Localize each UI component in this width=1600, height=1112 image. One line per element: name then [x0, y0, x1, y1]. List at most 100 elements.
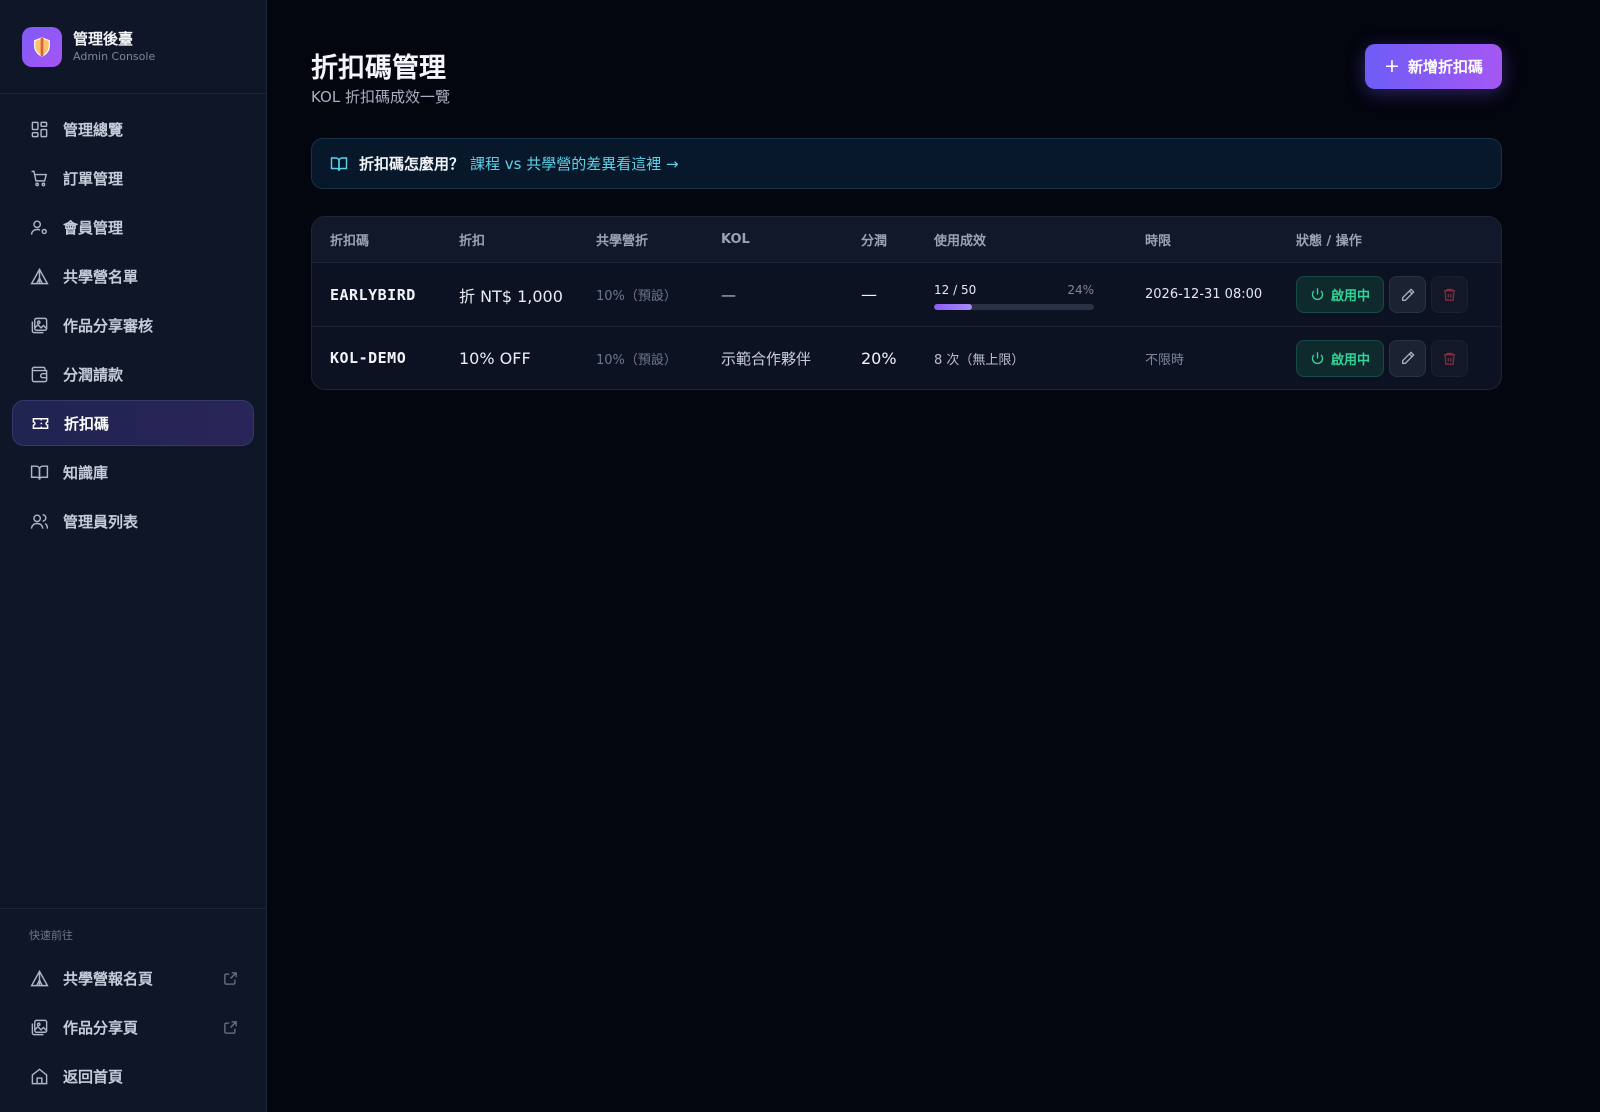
banner-link[interactable]: 課程 vs 共學營的差異看這裡 →	[470, 153, 679, 174]
column-header: 共學營折	[596, 234, 649, 249]
sidebar-item-payouts[interactable]: 分潤請款	[12, 351, 254, 397]
column-header: 時限	[1145, 234, 1172, 249]
quick-item-label: 作品分享頁	[63, 1018, 139, 1037]
delete-button[interactable]	[1431, 276, 1468, 313]
dashboard-icon	[29, 119, 49, 139]
external-link-icon	[222, 1019, 238, 1035]
revenue-share: 20%	[861, 348, 897, 368]
status-toggle-button[interactable]: 啟用中	[1296, 339, 1384, 377]
external-link-icon	[222, 970, 238, 986]
tent-icon	[29, 968, 49, 988]
book-icon	[29, 462, 49, 482]
column-header: 分潤	[861, 234, 888, 249]
ticket-icon	[30, 413, 50, 433]
sidebar-item-dashboard[interactable]: 管理總覽	[12, 106, 254, 152]
sidebar-item-label: 訂單管理	[63, 169, 124, 188]
quick-links: 快速前往 共學營報名頁 作品分享頁 返回首頁	[0, 908, 266, 1102]
table-row: KOL-DEMO 10% OFF 10%（預設） 示範合作夥伴 20% 8 次（…	[312, 326, 1501, 389]
table-header: 折扣碼 折扣 共學營折 KOL 分潤 使用成效 時限 狀態 / 操作	[312, 217, 1501, 263]
sidebar-item-camp-list[interactable]: 共學營名單	[12, 253, 254, 299]
tent-icon	[29, 266, 49, 286]
sidebar-item-label: 知識庫	[63, 463, 109, 482]
status-toggle-button[interactable]: 啟用中	[1296, 276, 1384, 313]
delete-button[interactable]	[1431, 339, 1468, 377]
add-discount-code-button[interactable]: + 新增折扣碼	[1365, 44, 1502, 89]
sidebar-item-label: 作品分享審核	[63, 316, 154, 335]
column-header: KOL	[721, 232, 750, 247]
pencil-icon	[1400, 287, 1416, 303]
trash-icon	[1442, 351, 1457, 366]
column-header: 使用成效	[934, 234, 987, 249]
sidebar-item-label: 折扣碼	[64, 414, 110, 433]
row-actions: 啟用中	[1296, 339, 1468, 377]
deadline: 2026-12-31 08:00	[1145, 287, 1263, 302]
book-icon	[330, 155, 348, 173]
sidebar-item-knowledge-base[interactable]: 知識庫	[12, 449, 254, 495]
sidebar-item-admins[interactable]: 管理員列表	[12, 498, 254, 544]
sidebar-item-label: 共學營名單	[63, 267, 139, 286]
sidebar-item-members[interactable]: 會員管理	[12, 204, 254, 250]
user-settings-icon	[29, 217, 49, 237]
users-icon	[29, 511, 49, 531]
camp-discount: 10%（預設）	[596, 352, 677, 368]
banner-question: 折扣碼怎麼用？	[359, 155, 465, 173]
quick-item-works-share[interactable]: 作品分享頁	[12, 1004, 254, 1050]
sidebar-item-label: 管理總覽	[63, 120, 124, 139]
kol-name: 示範合作夥伴	[721, 349, 812, 368]
sidebar-item-orders[interactable]: 訂單管理	[12, 155, 254, 201]
info-banner: 折扣碼怎麼用？ 課程 vs 共學營的差異看這裡 →	[311, 138, 1502, 189]
sidebar-item-works-review[interactable]: 作品分享審核	[12, 302, 254, 348]
usage-bar-fill	[934, 304, 973, 310]
quick-item-label: 共學營報名頁	[63, 969, 154, 988]
sidebar-item-label: 會員管理	[63, 218, 124, 237]
quick-item-camp-signup[interactable]: 共學營報名頁	[12, 955, 254, 1001]
revenue-share: —	[861, 285, 877, 304]
column-header: 折扣碼	[330, 234, 370, 249]
sidebar-item-label: 分潤請款	[63, 365, 124, 384]
column-header: 狀態 / 操作	[1296, 234, 1362, 249]
discount-value: 折 NT$ 1,000	[459, 286, 563, 306]
status-label: 啟用中	[1330, 289, 1370, 304]
add-button-label: 新增折扣碼	[1407, 58, 1483, 76]
usage-percent: 24%	[1067, 283, 1094, 297]
sidebar: 管理後臺 Admin Console 管理總覽 訂單管理 會員管理 共學營名單 …	[0, 0, 267, 1112]
power-icon	[1310, 351, 1325, 366]
usage-text: 8 次（無上限）	[934, 352, 1025, 368]
row-actions: 啟用中	[1296, 276, 1468, 313]
home-icon	[29, 1066, 49, 1086]
discount-code: KOL-DEMO	[330, 349, 407, 367]
cart-icon	[29, 168, 49, 188]
edit-button[interactable]	[1389, 339, 1426, 377]
quick-item-label: 返回首頁	[63, 1067, 124, 1086]
kol-name: —	[721, 285, 736, 304]
pencil-icon	[1400, 350, 1416, 366]
quick-item-home[interactable]: 返回首頁	[12, 1053, 254, 1099]
gallery-icon	[29, 315, 49, 335]
brand[interactable]: 管理後臺 Admin Console	[0, 0, 266, 94]
camp-discount: 10%（預設）	[596, 289, 677, 304]
sidebar-item-discount-codes[interactable]: 折扣碼	[12, 400, 254, 446]
edit-button[interactable]	[1389, 276, 1426, 313]
discount-code: EARLYBIRD	[330, 285, 416, 304]
column-header: 折扣	[459, 234, 486, 249]
gallery-icon	[29, 1017, 49, 1037]
page-title: 折扣碼管理	[311, 53, 446, 84]
trash-icon	[1442, 287, 1457, 302]
shield-logo-icon	[22, 26, 62, 67]
quick-links-title: 快速前往	[29, 929, 73, 942]
discount-codes-table: 折扣碼 折扣 共學營折 KOL 分潤 使用成效 時限 狀態 / 操作 EARLY…	[311, 216, 1502, 390]
power-icon	[1310, 287, 1325, 302]
status-label: 啟用中	[1330, 352, 1370, 368]
table-row: EARLYBIRD 折 NT$ 1,000 10%（預設） — — 12 / 5…	[312, 263, 1501, 326]
usage-bar	[934, 304, 1094, 310]
wallet-icon	[29, 364, 49, 384]
page-subtitle: KOL 折扣碼成效一覽	[311, 88, 450, 106]
sidebar-item-label: 管理員列表	[63, 512, 139, 531]
brand-title: 管理後臺	[73, 29, 134, 48]
plus-icon: +	[1384, 55, 1400, 77]
deadline: 不限時	[1145, 352, 1185, 368]
sidebar-nav: 管理總覽 訂單管理 會員管理 共學營名單 作品分享審核 分潤請款 折扣碼 知識庫…	[0, 94, 266, 544]
usage-progress: 12 / 50 24%	[934, 283, 1094, 310]
usage-count: 12 / 50	[934, 283, 977, 297]
brand-subtitle: Admin Console	[73, 49, 156, 63]
